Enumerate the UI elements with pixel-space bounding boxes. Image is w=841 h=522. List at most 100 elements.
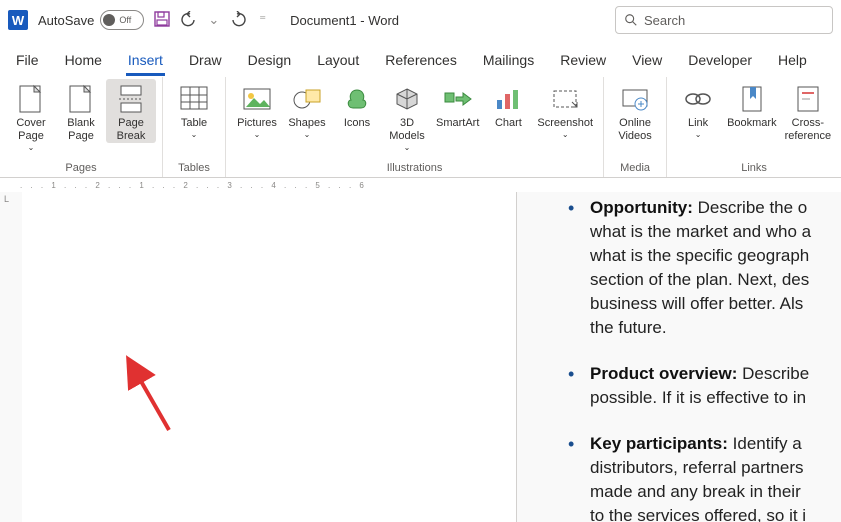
link-icon <box>681 83 715 115</box>
tab-references[interactable]: References <box>383 46 459 76</box>
table-icon <box>177 83 211 115</box>
pictures-label: Pictures <box>237 117 277 130</box>
group-links: Link ⌄ Bookmark Cross-reference Links <box>667 77 841 177</box>
page-break-button[interactable]: PageBreak <box>106 79 156 143</box>
chart-label: Chart <box>495 117 522 130</box>
pictures-button[interactable]: Pictures ⌄ <box>232 79 282 139</box>
tab-view[interactable]: View <box>630 46 664 76</box>
horizontal-ruler[interactable]: . . . 1 . . . 2 . . . 1 . . . 2 . . . 3 … <box>0 178 841 192</box>
3d-models-icon <box>390 83 424 115</box>
group-tables: Table ⌄ Tables <box>163 77 226 177</box>
link-label: Link <box>688 117 708 130</box>
autosave-toggle[interactable]: Off <box>100 10 144 30</box>
group-media: OnlineVideos Media <box>604 77 667 177</box>
tab-review[interactable]: Review <box>558 46 608 76</box>
document-area: L Opportunity: Describe the owhat is the… <box>0 192 841 522</box>
title-bar: W AutoSave Off ⌄ ⁼ Document1 - Word Sear… <box>0 0 841 40</box>
search-box[interactable]: Search <box>615 6 833 34</box>
bookmark-icon <box>735 83 769 115</box>
bullet-opportunity-heading: Opportunity: <box>590 198 693 217</box>
redo-icon[interactable] <box>231 11 247 30</box>
chevron-down-icon: ⌄ <box>695 130 702 139</box>
group-links-label: Links <box>673 160 835 177</box>
chevron-down-icon: ⌄ <box>404 143 411 152</box>
bookmark-label: Bookmark <box>727 117 777 130</box>
bullet-product: Product overview: Describepossible. If i… <box>560 362 841 410</box>
tab-file[interactable]: File <box>14 46 41 76</box>
smartart-label: SmartArt <box>436 117 479 130</box>
tab-insert[interactable]: Insert <box>126 46 165 76</box>
group-pages-label: Pages <box>6 160 156 177</box>
online-videos-button[interactable]: OnlineVideos <box>610 79 660 143</box>
screenshot-icon <box>548 83 582 115</box>
tab-layout[interactable]: Layout <box>315 46 361 76</box>
search-placeholder: Search <box>644 13 685 28</box>
autosave-label: AutoSave <box>38 13 94 28</box>
group-media-label: Media <box>610 160 660 177</box>
qat-dropdown-icon[interactable]: ⌄ <box>208 12 219 28</box>
search-icon <box>624 13 638 27</box>
tab-mailings[interactable]: Mailings <box>481 46 536 76</box>
shapes-label: Shapes <box>288 117 325 130</box>
icons-button[interactable]: Icons <box>332 79 382 130</box>
page-2-content[interactable]: Opportunity: Describe the owhat is the m… <box>560 196 841 522</box>
ribbon-tabs: File Home Insert Draw Design Layout Refe… <box>0 40 841 77</box>
link-button[interactable]: Link ⌄ <box>673 79 723 139</box>
chevron-down-icon: ⌄ <box>28 143 35 152</box>
quick-access-toolbar: ⌄ ⁼ <box>154 11 268 30</box>
qat-customize-icon[interactable]: ⁼ <box>259 12 266 28</box>
cross-reference-button[interactable]: Cross-reference <box>781 79 835 143</box>
shapes-button[interactable]: Shapes ⌄ <box>282 79 332 139</box>
cover-page-button[interactable]: CoverPage ⌄ <box>6 79 56 152</box>
online-videos-icon <box>618 83 652 115</box>
3d-models-label: 3DModels <box>389 117 424 143</box>
tab-developer[interactable]: Developer <box>686 46 754 76</box>
cover-page-icon <box>14 83 48 115</box>
bullet-key-heading: Key participants: <box>590 434 728 453</box>
tab-draw[interactable]: Draw <box>187 46 224 76</box>
blank-page-button[interactable]: BlankPage <box>56 79 106 143</box>
chart-button[interactable]: Chart <box>483 79 533 130</box>
chevron-down-icon: ⌄ <box>191 130 198 139</box>
cross-reference-label: Cross-reference <box>785 117 831 143</box>
3d-models-button[interactable]: 3DModels ⌄ <box>382 79 432 152</box>
smartart-icon <box>441 83 475 115</box>
blank-page-icon <box>64 83 98 115</box>
page-break-icon <box>114 83 148 115</box>
bullet-key: Key participants: Identify adistributors… <box>560 432 841 522</box>
group-pages: CoverPage ⌄ BlankPage PageBreak Pages <box>0 77 163 177</box>
bullet-opportunity: Opportunity: Describe the owhat is the m… <box>560 196 841 340</box>
icons-icon <box>340 83 374 115</box>
table-button[interactable]: Table ⌄ <box>169 79 219 139</box>
tab-design[interactable]: Design <box>246 46 294 76</box>
tab-help[interactable]: Help <box>776 46 809 76</box>
cover-page-label: CoverPage <box>16 117 45 143</box>
icons-label: Icons <box>344 117 370 130</box>
chevron-down-icon: ⌄ <box>562 130 569 139</box>
page-1[interactable] <box>22 192 517 522</box>
shapes-icon <box>290 83 324 115</box>
smartart-button[interactable]: SmartArt <box>432 79 483 130</box>
vertical-ruler-mark: L <box>4 194 9 204</box>
save-icon[interactable] <box>154 11 170 30</box>
bullet-product-heading: Product overview: <box>590 364 737 383</box>
chevron-down-icon: ⌄ <box>254 130 261 139</box>
table-label: Table <box>181 117 207 130</box>
page-break-label: PageBreak <box>117 117 146 143</box>
screenshot-button[interactable]: Screenshot ⌄ <box>533 79 597 139</box>
undo-icon[interactable] <box>180 11 196 30</box>
word-app-icon: W <box>8 10 28 30</box>
screenshot-label: Screenshot <box>537 117 593 130</box>
ribbon: CoverPage ⌄ BlankPage PageBreak Pages Ta… <box>0 77 841 178</box>
bullet-opportunity-text: Describe the owhat is the market and who… <box>590 198 811 337</box>
toggle-state: Off <box>119 15 131 25</box>
bookmark-button[interactable]: Bookmark <box>723 79 781 130</box>
blank-page-label: BlankPage <box>67 117 95 143</box>
tab-home[interactable]: Home <box>63 46 104 76</box>
group-tables-label: Tables <box>169 160 219 177</box>
pictures-icon <box>240 83 274 115</box>
group-illustrations-label: Illustrations <box>232 160 597 177</box>
toggle-knob <box>103 14 115 26</box>
online-videos-label: OnlineVideos <box>618 117 651 143</box>
chart-icon <box>491 83 525 115</box>
